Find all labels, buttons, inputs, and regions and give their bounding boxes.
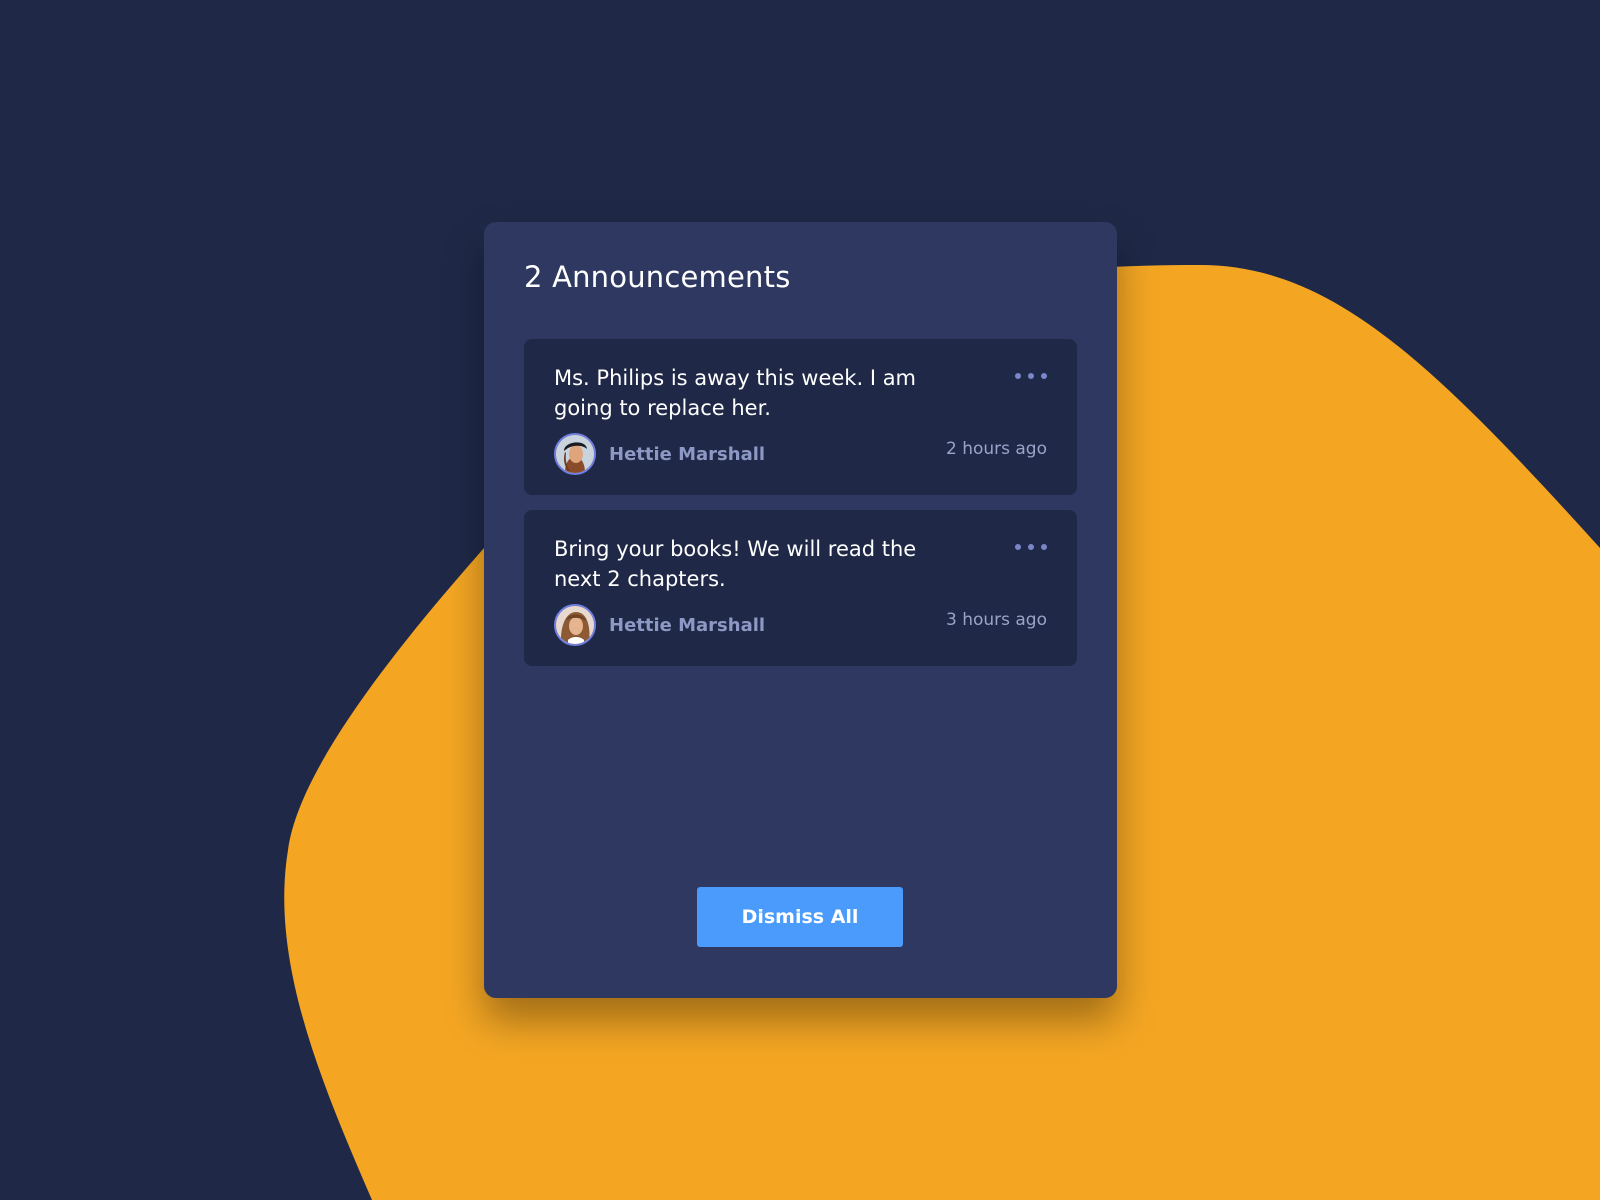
more-dot bbox=[1041, 373, 1047, 379]
announcement-time: 3 hours ago bbox=[945, 610, 1047, 630]
panel-title: 2 Announcements bbox=[524, 260, 791, 294]
author-name[interactable]: Hettie Marshall bbox=[609, 615, 765, 636]
more-dot bbox=[1015, 544, 1021, 550]
author-row: Hettie Marshall bbox=[554, 604, 765, 646]
announcement-time: 2 hours ago bbox=[945, 439, 1047, 459]
author-name[interactable]: Hettie Marshall bbox=[609, 444, 765, 465]
announcements-panel: 2 Announcements Ms. Philips is away this… bbox=[484, 222, 1117, 998]
more-dot bbox=[1015, 373, 1021, 379]
announcement-message: Bring your books! We will read the next … bbox=[554, 537, 917, 591]
announcement-message: Ms. Philips is away this week. I am goin… bbox=[554, 366, 917, 420]
more-dot bbox=[1028, 373, 1034, 379]
more-horizontal-icon[interactable] bbox=[1013, 540, 1049, 554]
author-avatar[interactable] bbox=[554, 604, 596, 646]
announcement-card[interactable]: Ms. Philips is away this week. I am goin… bbox=[524, 339, 1077, 495]
more-horizontal-icon[interactable] bbox=[1013, 369, 1049, 383]
more-dot bbox=[1028, 544, 1034, 550]
announcement-card[interactable]: Bring your books! We will read the next … bbox=[524, 510, 1077, 666]
dismiss-all-button[interactable]: Dismiss All bbox=[697, 887, 903, 947]
author-avatar[interactable] bbox=[554, 433, 596, 475]
more-dot bbox=[1041, 544, 1047, 550]
author-row: Hettie Marshall bbox=[554, 433, 765, 475]
page-background: 2 Announcements Ms. Philips is away this… bbox=[0, 0, 1600, 1200]
